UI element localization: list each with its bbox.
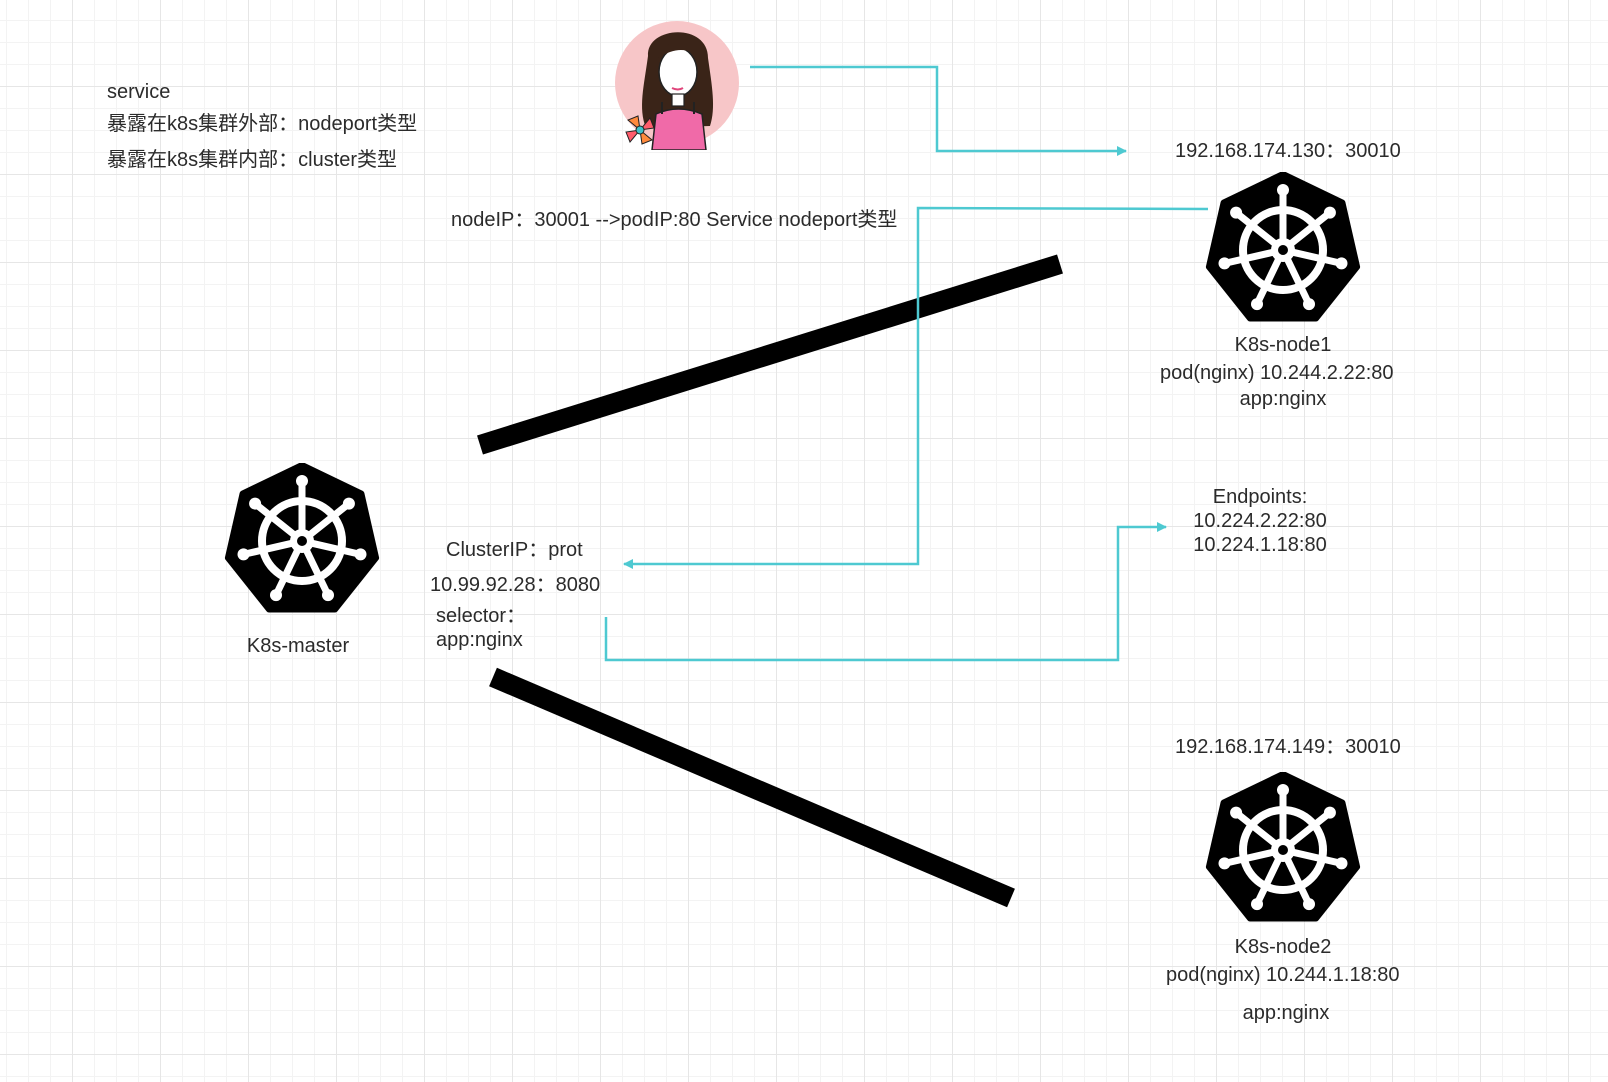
- node2-pod: pod(nginx) 10.244.1.18:80: [1166, 964, 1400, 986]
- master-node1-link: [477, 254, 1063, 455]
- endpoint-item: 10.224.2.22:80: [1193, 510, 1327, 532]
- user-avatar-icon: [615, 21, 739, 150]
- clusterip-title: ClusterIP：prot: [446, 539, 583, 561]
- node1-name: K8s-node1: [1234, 334, 1332, 356]
- clusterip-value: 10.99.92.28：8080: [430, 574, 601, 596]
- legend-cluster: 暴露在k8s集群内部：cluster类型: [107, 149, 398, 171]
- selector-to-endpoints-arrow: [604, 522, 1167, 662]
- legend-nodeport: 暴露在k8s集群外部：nodeport类型: [107, 113, 418, 135]
- selector-title: selector：: [436, 605, 527, 627]
- kubernetes-master-icon: [224, 463, 380, 613]
- endpoint-item: 10.224.1.18:80: [1193, 534, 1327, 556]
- nodeport-label: nodeIP：30001 -->podIP:80 Service nodepor…: [451, 209, 898, 231]
- master-node2-link: [489, 667, 1015, 908]
- node1-label: app:nginx: [1239, 388, 1327, 410]
- endpoints-title: Endpoints:: [1212, 486, 1308, 508]
- legend-title: service: [107, 81, 171, 103]
- kubernetes-node1-icon: [1205, 172, 1361, 322]
- node2-address: 192.168.174.149：30010: [1175, 736, 1401, 758]
- user-to-node1-arrow: [750, 65, 1127, 156]
- node1-pod: pod(nginx) 10.244.2.22:80: [1160, 362, 1394, 384]
- selector-value: app:nginx: [436, 629, 523, 651]
- node2-name: K8s-node2: [1234, 936, 1332, 958]
- node1-to-clusterip-arrow: [623, 206, 1209, 569]
- master-name: K8s-master: [246, 635, 350, 657]
- kubernetes-node2-icon: [1205, 772, 1361, 922]
- node2-label: app:nginx: [1242, 1002, 1330, 1024]
- node1-address: 192.168.174.130：30010: [1175, 140, 1401, 162]
